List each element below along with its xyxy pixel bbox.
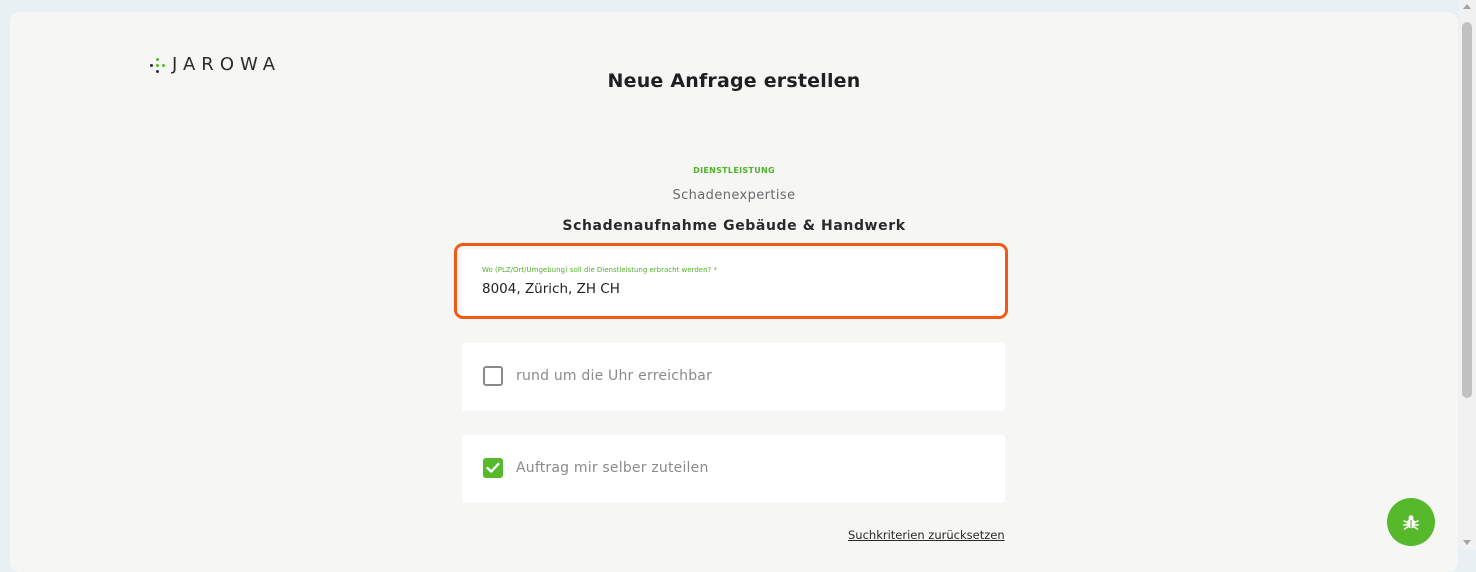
bug-report-button[interactable]	[1387, 498, 1435, 546]
checkbox-self-assign-label[interactable]: Auftrag mir selber zuteilen	[516, 460, 709, 476]
option-card-self-assign[interactable]: Auftrag mir selber zuteilen	[462, 435, 1005, 503]
reset-search-link[interactable]: Suchkriterien zurücksetzen	[848, 528, 1005, 542]
page-title: Neue Anfrage erstellen	[607, 70, 861, 92]
checkbox-24h[interactable]	[483, 366, 503, 386]
vertical-scrollbar[interactable]	[1459, 0, 1476, 550]
service-subcategory: Schadenaufnahme Gebäude & Handwerk	[562, 218, 906, 234]
scroll-up-arrow-icon[interactable]	[1463, 4, 1471, 9]
checkbox-self-assign[interactable]	[483, 458, 503, 478]
option-card-24h[interactable]: rund um die Uhr erreichbar	[462, 343, 1005, 411]
location-field-highlight	[454, 243, 1008, 319]
app-window: JAROWA Neue Anfrage erstellen DIENSTLEIS…	[10, 12, 1458, 572]
checkbox-24h-label[interactable]: rund um die Uhr erreichbar	[516, 368, 712, 384]
check-icon	[486, 462, 500, 473]
scroll-down-arrow-icon[interactable]	[1463, 540, 1471, 545]
service-name: Schadenexpertise	[672, 188, 796, 203]
scrollbar-thumb[interactable]	[1462, 22, 1472, 398]
service-category-kicker: DIENSTLEISTUNG	[693, 166, 775, 175]
bug-icon	[1403, 515, 1419, 530]
